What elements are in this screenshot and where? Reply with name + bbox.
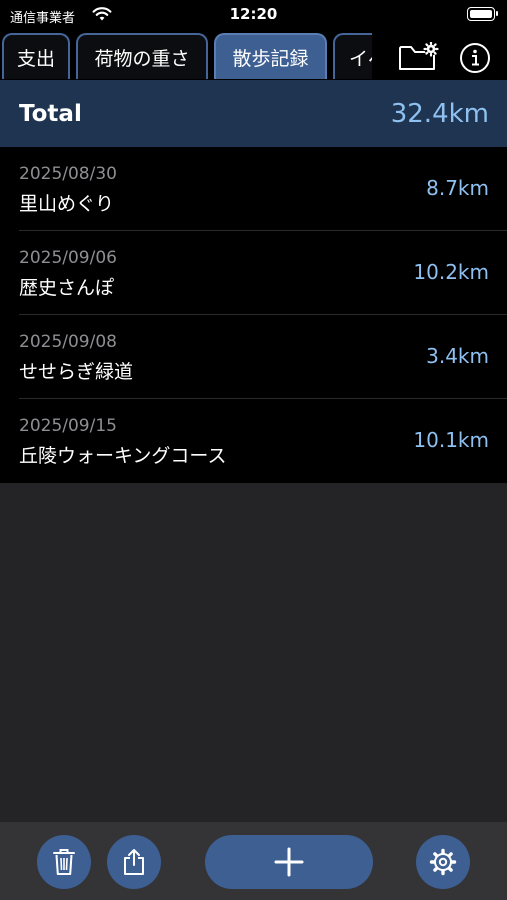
bottom-toolbar: [0, 822, 507, 900]
settings-button[interactable]: [416, 835, 470, 889]
tab-expenses[interactable]: 支出: [2, 33, 70, 79]
clock: 12:20: [229, 5, 278, 23]
record-name: 歴史さんぽ: [19, 277, 115, 299]
gear-icon: [429, 848, 457, 876]
folder-gear-icon[interactable]: [398, 42, 440, 72]
share-icon: [124, 849, 144, 875]
list-item[interactable]: 2025/09/06 歴史さんぽ 10.2km: [0, 231, 507, 315]
tab-bar: 支出 荷物の重さ 散歩記録 イベ: [0, 30, 507, 80]
add-record-button[interactable]: [205, 835, 373, 889]
tab-walk-records[interactable]: 散歩記録: [214, 33, 327, 79]
total-distance: 32.4km: [390, 99, 489, 129]
record-name: せせらぎ緑道: [19, 361, 134, 383]
delete-button[interactable]: [37, 835, 91, 889]
record-distance: 3.4km: [426, 344, 489, 368]
plus-icon: [274, 847, 304, 877]
record-date: 2025/09/15: [19, 416, 117, 436]
info-icon[interactable]: [459, 42, 491, 74]
battery-icon: [467, 7, 498, 21]
list-item[interactable]: 2025/09/08 せせらぎ緑道 3.4km: [0, 315, 507, 399]
total-summary: Total 32.4km: [0, 80, 507, 147]
record-date: 2025/09/06: [19, 248, 117, 268]
record-distance: 10.1km: [413, 428, 489, 452]
record-date: 2025/09/08: [19, 332, 117, 352]
record-date: 2025/08/30: [19, 164, 117, 184]
trash-icon: [53, 849, 75, 875]
list-item[interactable]: 2025/08/30 里山めぐり 8.7km: [0, 147, 507, 231]
record-name: 里山めぐり: [19, 193, 115, 215]
record-distance: 10.2km: [413, 260, 489, 284]
record-name: 丘陵ウォーキングコース: [19, 445, 227, 467]
share-button[interactable]: [107, 835, 161, 889]
tab-luggage-weight[interactable]: 荷物の重さ: [76, 33, 208, 79]
record-distance: 8.7km: [426, 176, 489, 200]
status-bar: 通信事業者 12:20: [0, 0, 507, 30]
list-item[interactable]: 2025/09/15 丘陵ウォーキングコース 10.1km: [0, 399, 507, 483]
walk-record-list: 2025/08/30 里山めぐり 8.7km 2025/09/06 歴史さんぽ …: [0, 147, 507, 483]
total-label: Total: [19, 101, 82, 127]
